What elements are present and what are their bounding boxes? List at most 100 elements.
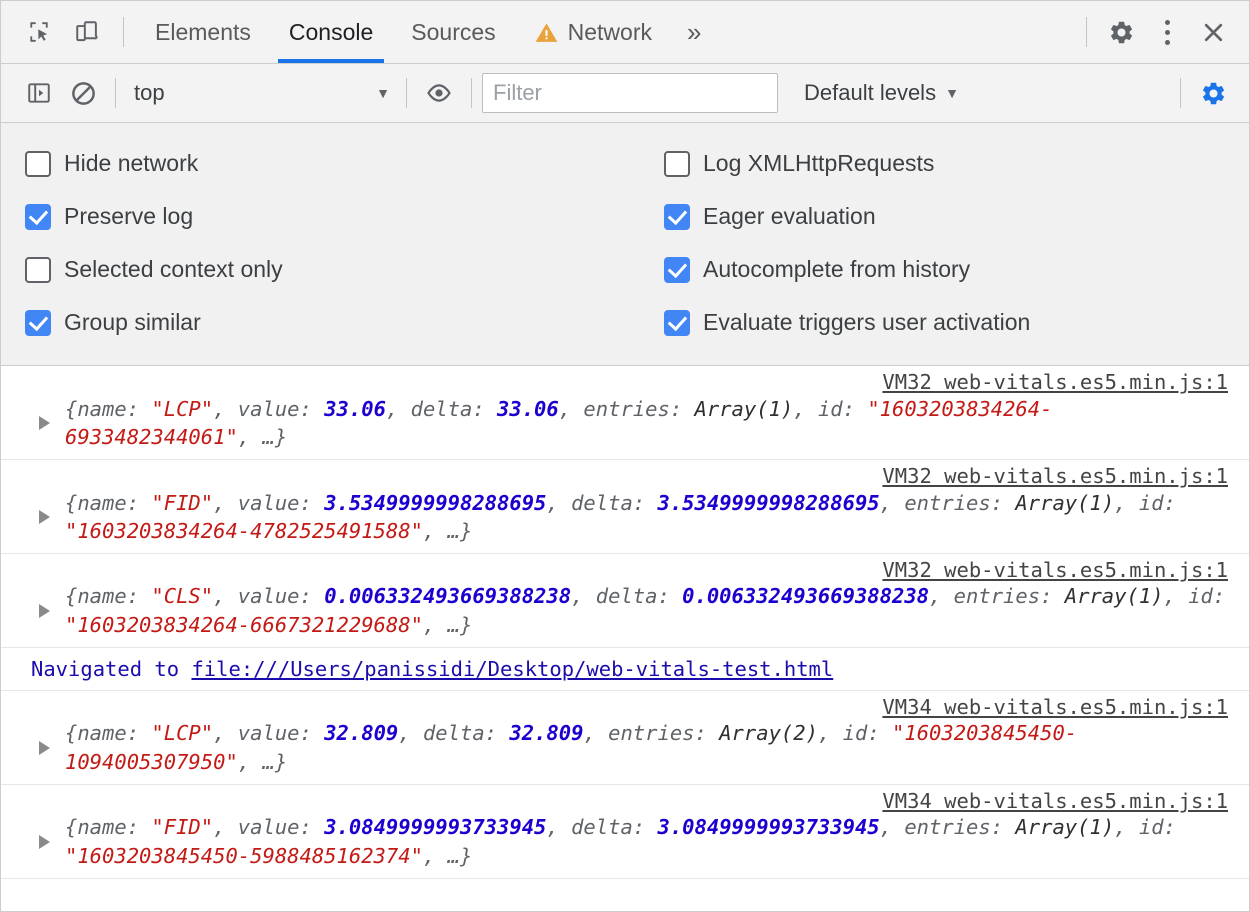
chevron-down-icon: ▼ — [376, 86, 390, 100]
object-preview: {name: "CLS", value: 0.00633249366938823… — [31, 582, 1233, 639]
more-options-kebab-icon[interactable] — [1145, 10, 1189, 54]
setting-row[interactable]: Autocomplete from history — [641, 243, 1249, 296]
source-location: VM34 web-vitals.es5.min.js:1 — [31, 790, 1233, 814]
setting-label: Selected context only — [64, 256, 283, 283]
object-token: 0.006332493669388238 — [324, 584, 571, 608]
navigated-to-label: Navigated to — [31, 657, 191, 681]
devtools-window: Elements Console Sources Network » — [0, 0, 1250, 912]
setting-row[interactable]: Eager evaluation — [641, 190, 1249, 243]
live-expression-eye-icon[interactable] — [417, 71, 461, 115]
object-token: 0.006332493669388238 — [682, 584, 929, 608]
object-token: , …} — [238, 425, 287, 449]
object-token: "LCP" — [151, 721, 213, 745]
source-link[interactable]: VM32 web-vitals.es5.min.js:1 — [882, 370, 1228, 394]
filterbar-divider-2 — [406, 78, 407, 108]
checkbox-unchecked-icon[interactable] — [664, 151, 690, 177]
object-token: Array(1) — [695, 397, 794, 421]
object-preview: {name: "FID", value: 3.0849999993733945,… — [31, 813, 1233, 870]
object-token: , id: — [818, 721, 892, 745]
source-link[interactable]: VM32 web-vitals.es5.min.js:1 — [882, 558, 1228, 582]
expand-triangle-icon[interactable] — [39, 741, 50, 755]
tab-console-label: Console — [289, 19, 373, 46]
setting-row[interactable]: Preserve log — [1, 190, 641, 243]
close-icon[interactable] — [1191, 10, 1235, 54]
setting-label: Hide network — [64, 150, 198, 177]
source-link[interactable]: VM34 web-vitals.es5.min.js:1 — [882, 789, 1228, 813]
checkbox-checked-icon[interactable] — [664, 204, 690, 230]
checkbox-unchecked-icon[interactable] — [25, 151, 51, 177]
expand-triangle-icon[interactable] — [39, 604, 50, 618]
device-toolbar-icon[interactable] — [65, 10, 109, 54]
object-token: {name: — [65, 491, 151, 515]
object-token: {name: — [65, 397, 151, 421]
console-message-list[interactable]: VM32 web-vitals.es5.min.js:1 {name: "LCP"… — [1, 366, 1249, 911]
console-settings-pane: Hide network Log XMLHttpRequestsPreserve … — [1, 123, 1249, 366]
object-token: 32.809 — [509, 721, 583, 745]
object-token: , entries: — [559, 397, 695, 421]
more-tabs-button[interactable]: » — [671, 1, 717, 63]
object-token: 33.06 — [497, 397, 559, 421]
object-token: , delta: — [546, 815, 657, 839]
log-level-selector[interactable]: Default levels ▼ — [804, 80, 959, 106]
checkbox-unchecked-icon[interactable] — [25, 257, 51, 283]
console-object-message: VM34 web-vitals.es5.min.js:1{name: "LCP"… — [1, 691, 1249, 785]
console-object-message: VM34 web-vitals.es5.min.js:1{name: "FID"… — [1, 785, 1249, 879]
expand-triangle-icon[interactable] — [39, 416, 50, 430]
object-token: Array(1) — [1065, 584, 1164, 608]
tab-console[interactable]: Console — [270, 1, 392, 63]
object-token: Array(1) — [1015, 815, 1114, 839]
console-object-message: VM32 web-vitals.es5.min.js:1{name: "CLS"… — [1, 554, 1249, 648]
checkbox-checked-icon[interactable] — [25, 310, 51, 336]
warning-triangle-icon — [534, 21, 559, 44]
object-token: 33.06 — [324, 397, 386, 421]
object-token: "CLS" — [151, 584, 213, 608]
setting-label: Group similar — [64, 309, 201, 336]
setting-row[interactable]: Log XMLHttpRequests — [641, 137, 1249, 190]
tab-elements[interactable]: Elements — [136, 1, 270, 63]
console-object-message: VM32 web-vitals.es5.min.js:1 {name: "FID"… — [1, 460, 1249, 554]
filterbar-divider-3 — [471, 78, 472, 108]
object-token: 3.0849999993733945 — [657, 815, 879, 839]
tab-network[interactable]: Network — [515, 1, 671, 63]
setting-row[interactable]: Hide network — [1, 137, 641, 190]
tabbar-right-divider — [1086, 17, 1087, 47]
object-token: Array(1) — [1015, 491, 1114, 515]
object-token: "LCP" — [151, 397, 213, 421]
setting-row[interactable]: Selected context only — [1, 243, 641, 296]
setting-row[interactable]: Evaluate triggers user activation — [641, 296, 1249, 349]
object-token: Array(2) — [719, 721, 818, 745]
console-settings-gear-icon[interactable] — [1191, 71, 1235, 115]
object-token: "1603203834264-4782525491588" — [65, 519, 423, 543]
object-token: "FID" — [151, 815, 213, 839]
object-token: "FID" — [151, 491, 213, 515]
filter-input[interactable] — [482, 73, 778, 113]
checkbox-checked-icon[interactable] — [664, 310, 690, 336]
object-token: 3.5349999998288695 — [657, 491, 879, 515]
panel-tabs: Elements Console Sources Network » — [136, 1, 717, 63]
console-sidebar-toggle-icon[interactable] — [17, 71, 61, 115]
setting-row[interactable]: Group similar — [1, 296, 641, 349]
object-token: , …} — [423, 844, 472, 868]
object-token: , delta: — [546, 491, 657, 515]
navigated-url-link[interactable]: file:///Users/panissidi/Desktop/web-vita… — [191, 657, 833, 681]
clear-console-icon[interactable] — [61, 71, 105, 115]
setting-label: Autocomplete from history — [703, 256, 970, 283]
source-link[interactable]: VM34 web-vitals.es5.min.js:1 — [882, 695, 1228, 719]
gear-icon[interactable] — [1099, 10, 1143, 54]
checkbox-checked-icon[interactable] — [25, 204, 51, 230]
tab-sources[interactable]: Sources — [392, 1, 514, 63]
expand-triangle-icon[interactable] — [39, 835, 50, 849]
source-link[interactable]: VM32 web-vitals.es5.min.js:1 — [882, 464, 1228, 488]
inspect-element-icon[interactable] — [17, 10, 61, 54]
filterbar-divider-1 — [115, 78, 116, 108]
checkbox-checked-icon[interactable] — [664, 257, 690, 283]
execution-context-selector[interactable]: top ▼ — [126, 75, 396, 111]
expand-triangle-icon[interactable] — [39, 510, 50, 524]
object-token: , delta: — [386, 397, 497, 421]
object-token: 3.0849999993733945 — [324, 815, 546, 839]
log-level-label: Default levels — [804, 80, 936, 106]
object-preview: {name: "LCP", value: 32.809, delta: 32.8… — [31, 719, 1233, 776]
object-token: , id: — [1114, 491, 1176, 515]
filterbar-right — [1170, 71, 1235, 115]
console-navigation-message: Navigated to file:///Users/panissidi/Des… — [1, 648, 1249, 691]
